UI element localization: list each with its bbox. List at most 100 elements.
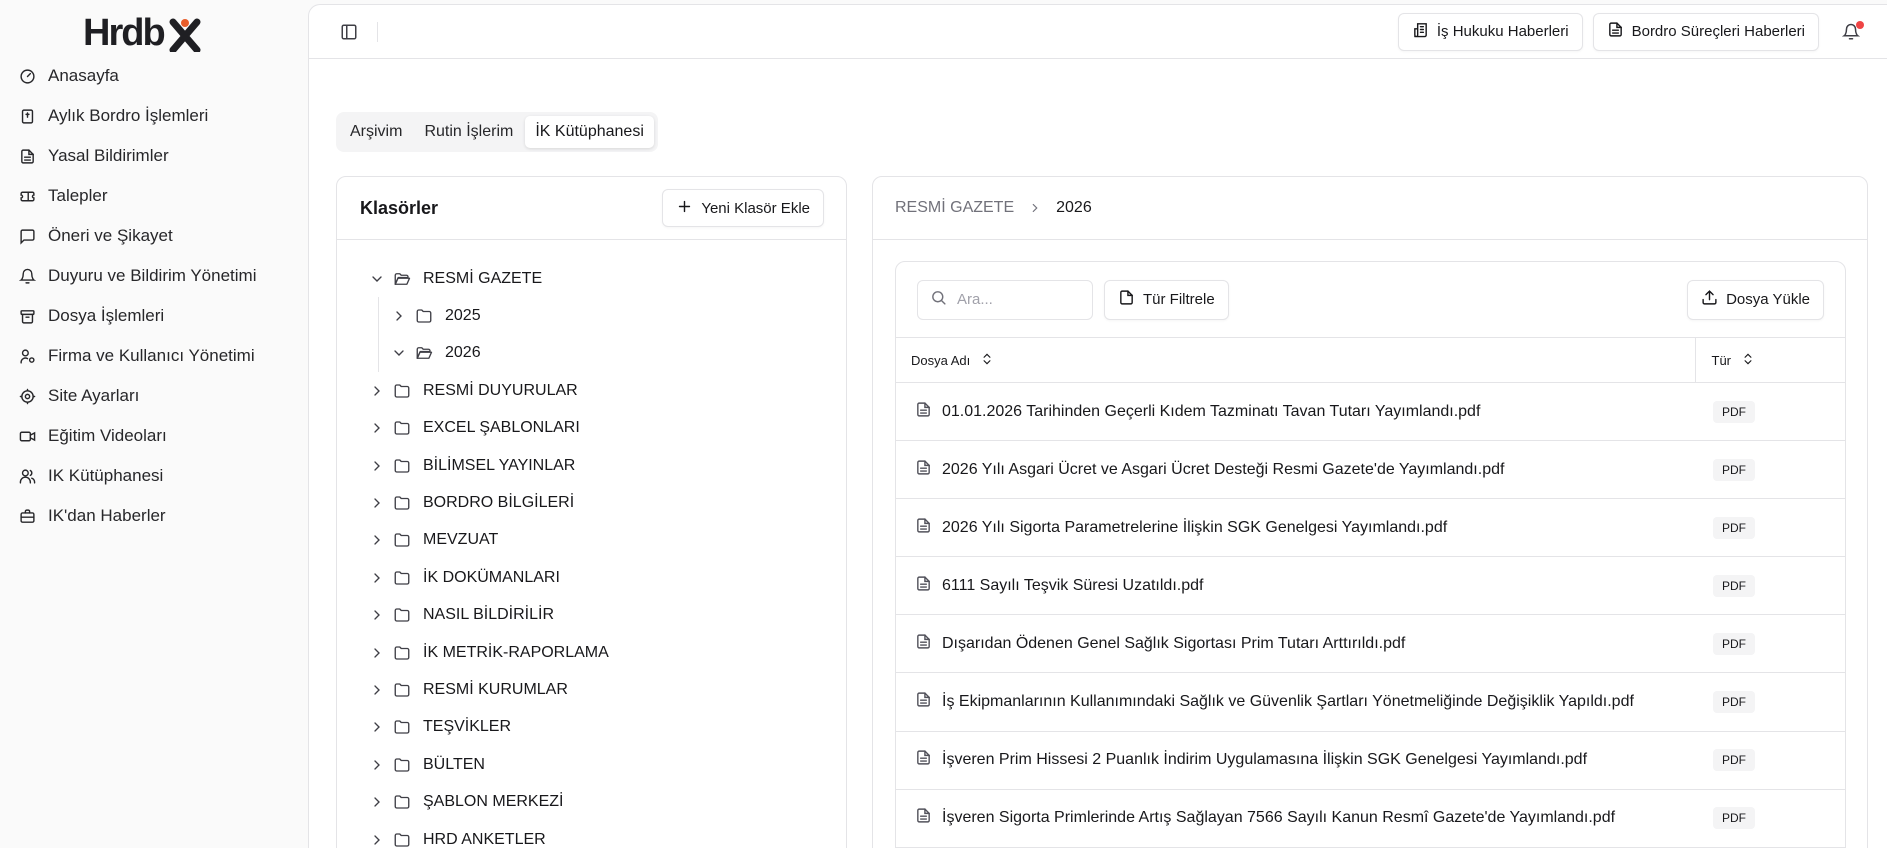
breadcrumb-current: 2026 <box>1056 199 1092 216</box>
tab-rutin-islerim[interactable]: Rutin İşlerim <box>414 116 523 148</box>
folder-resmi-kurumlar[interactable]: RESMİ KURUMLAR <box>337 671 846 708</box>
payroll-news-button[interactable]: Bordro Süreçleri Haberleri <box>1592 12 1819 51</box>
folder-sablon-merkezi[interactable]: ŞABLON MERKEZİ <box>337 783 846 820</box>
sidebar-item-duyuru[interactable]: Duyuru ve Bildirim Yönetimi <box>0 256 308 296</box>
chevron-down-icon[interactable] <box>391 345 407 361</box>
file-name[interactable]: 2026 Yılı Sigorta Parametrelerine İlişki… <box>942 519 1447 537</box>
sidebar-item-firma-kullanici[interactable]: Firma ve Kullanıcı Yönetimi <box>0 336 308 376</box>
topbar: İş Hukuku Haberleri Bordro Süreçleri Hab… <box>309 5 1887 59</box>
file-name[interactable]: 01.01.2026 Tarihinden Geçerli Kıdem Tazm… <box>942 403 1480 421</box>
folder-label: İK DOKÜMANLARI <box>423 568 560 586</box>
file-icon <box>1118 289 1135 310</box>
sidebar-item-dosya-islemleri[interactable]: Dosya İşlemleri <box>0 296 308 336</box>
folder-2026[interactable]: 2026 <box>337 335 846 372</box>
folder-bordro-bilgileri[interactable]: BORDRO BİLGİLERİ <box>337 484 846 521</box>
labor-law-news-button[interactable]: İş Hukuku Haberleri <box>1397 12 1583 51</box>
tab-ik-kutuphanesi[interactable]: İK Kütüphanesi <box>525 116 654 148</box>
svg-text:Hrdb: Hrdb <box>83 12 164 52</box>
chevron-right-icon[interactable] <box>391 308 407 324</box>
file-type-badge: PDF <box>1713 691 1755 714</box>
folder-excel-sablonlari[interactable]: EXCEL ŞABLONLARI <box>337 410 846 447</box>
folder-bulten[interactable]: BÜLTEN <box>337 746 846 783</box>
folder-mevzuat[interactable]: MEVZUAT <box>337 522 846 559</box>
chevron-right-icon[interactable] <box>369 532 385 548</box>
sidebar-item-label: Aylık Bordro İşlemleri <box>48 106 209 125</box>
chevron-right-icon[interactable] <box>369 757 385 773</box>
upload-file-button[interactable]: Dosya Yükle <box>1687 279 1824 320</box>
sidebar-item-ikdan-haberler[interactable]: IK'dan Haberler <box>0 496 308 536</box>
notifications-bell-icon[interactable] <box>1833 14 1869 50</box>
folder-tesvikler[interactable]: TEŞVİKLER <box>337 709 846 746</box>
table-row[interactable]: Dışarıdan Ödenen Genel Sağlık Sigortası … <box>896 614 1845 674</box>
sidebar-item-oneri-sikayet[interactable]: Öneri ve Şikayet <box>0 216 308 256</box>
table-row[interactable]: İş Ekipmanlarının Kullanımındaki Sağlık … <box>896 672 1845 732</box>
folder-nasil-bildirilir[interactable]: NASIL BİLDİRİLİR <box>337 597 846 634</box>
column-header-name-label: Dosya Adı <box>911 352 971 368</box>
sidebar-item-ik-kutuphanesi[interactable]: IK Kütüphanesi <box>0 456 308 496</box>
sidebar-item-egitim-videolari[interactable]: Eğitim Videoları <box>0 416 308 456</box>
sidebar-item-talepler[interactable]: Talepler <box>0 176 308 216</box>
add-folder-button[interactable]: Yeni Klasör Ekle <box>662 189 824 227</box>
table-header-row: Dosya Adı Tür <box>896 337 1845 383</box>
chevron-right-icon[interactable] <box>369 383 385 399</box>
file-name[interactable]: İşveren Sigorta Primlerinde Artış Sağlay… <box>942 809 1615 827</box>
sidebar-item-label: IK Kütüphanesi <box>48 466 164 485</box>
sidebar-item-anasayfa[interactable]: Anasayfa <box>0 56 308 96</box>
sort-icon[interactable] <box>1741 352 1755 369</box>
chevron-right-icon[interactable] <box>369 495 385 511</box>
folder-icon <box>393 569 411 587</box>
brand-logo[interactable]: Hrdb <box>0 8 308 56</box>
table-row[interactable]: 01.01.2026 Tarihinden Geçerli Kıdem Tazm… <box>896 382 1845 442</box>
sidebar-item-aylik-bordro[interactable]: Aylık Bordro İşlemleri <box>0 96 308 136</box>
sidebar-toggle-icon[interactable] <box>335 18 363 46</box>
ticket-icon <box>18 187 36 205</box>
table-row[interactable]: 2026 Yılı Sigorta Parametrelerine İlişki… <box>896 498 1845 558</box>
chevron-right-icon[interactable] <box>369 645 385 661</box>
folder-label: NASIL BİLDİRİLİR <box>423 606 555 624</box>
folder-ik-metrik[interactable]: İK METRİK-RAPORLAMA <box>337 634 846 671</box>
file-text-icon <box>915 517 932 539</box>
chevron-right-icon[interactable] <box>369 607 385 623</box>
sidebar: Hrdb Anasayfa Aylık Bordro İşlemleri Yas… <box>0 0 308 848</box>
chevron-right-icon[interactable] <box>369 794 385 810</box>
file-text-icon <box>915 749 932 771</box>
sidebar-item-yasal-bildirimler[interactable]: Yasal Bildirimler <box>0 136 308 176</box>
folder-ik-dokumanlari[interactable]: İK DOKÜMANLARI <box>337 559 846 596</box>
folder-resmi-gazete[interactable]: RESMİ GAZETE <box>337 260 846 297</box>
chevron-right-icon[interactable] <box>369 682 385 698</box>
folder-bilimsel-yayinlar[interactable]: BİLİMSEL YAYINLAR <box>337 447 846 484</box>
chevron-right-icon[interactable] <box>369 832 385 848</box>
column-header-name[interactable]: Dosya Adı <box>896 337 1695 383</box>
table-row[interactable]: 2026 Yılı Asgari Ücret ve Asgari Ücret D… <box>896 440 1845 500</box>
chevron-right-icon[interactable] <box>369 458 385 474</box>
table-row[interactable]: 6111 Sayılı Teşvik Süresi Uzatıldı.pdf P… <box>896 556 1845 616</box>
search-input[interactable] <box>957 291 1077 308</box>
type-filter-button[interactable]: Tür Filtrele <box>1104 279 1229 320</box>
file-name[interactable]: 2026 Yılı Asgari Ücret ve Asgari Ücret D… <box>942 461 1504 479</box>
file-name[interactable]: Dışarıdan Ödenen Genel Sağlık Sigortası … <box>942 635 1405 653</box>
tab-arsivim[interactable]: Arşivim <box>340 116 412 148</box>
table-row[interactable]: İşveren Prim Hissesi 2 Puanlık İndirim U… <box>896 731 1845 790</box>
file-name[interactable]: İş Ekipmanlarının Kullanımındaki Sağlık … <box>942 693 1634 711</box>
sort-icon[interactable] <box>980 352 994 369</box>
table-row[interactable]: İşveren Sigorta Primlerinde Artış Sağlay… <box>896 789 1845 848</box>
file-name[interactable]: 6111 Sayılı Teşvik Süresi Uzatıldı.pdf <box>942 577 1203 595</box>
chevron-down-icon[interactable] <box>369 271 385 287</box>
file-type-badge: PDF <box>1713 807 1755 830</box>
chevron-right-icon[interactable] <box>369 570 385 586</box>
column-header-type[interactable]: Tür <box>1694 337 1845 383</box>
breadcrumb-root[interactable]: RESMİ GAZETE <box>895 199 1014 217</box>
sidebar-item-site-ayarlari[interactable]: Site Ayarları <box>0 376 308 416</box>
folder-resmi-duyurular[interactable]: RESMİ DUYURULAR <box>337 372 846 409</box>
folder-icon <box>393 457 411 475</box>
folder-label: TEŞVİKLER <box>423 718 512 736</box>
file-name[interactable]: İşveren Prim Hissesi 2 Puanlık İndirim U… <box>942 751 1587 769</box>
chevron-right-icon[interactable] <box>369 719 385 735</box>
folder-hrd-anketler[interactable]: HRD ANKETLER <box>337 821 846 848</box>
files-toolbar: Tür Filtrele Dosya Yükle <box>896 262 1845 337</box>
folder-icon <box>393 419 411 437</box>
labor-law-news-label: İş Hukuku Haberleri <box>1436 23 1569 40</box>
folder-2025[interactable]: 2025 <box>337 297 846 334</box>
chevron-right-icon[interactable] <box>369 420 385 436</box>
briefcase-icon <box>18 507 36 525</box>
